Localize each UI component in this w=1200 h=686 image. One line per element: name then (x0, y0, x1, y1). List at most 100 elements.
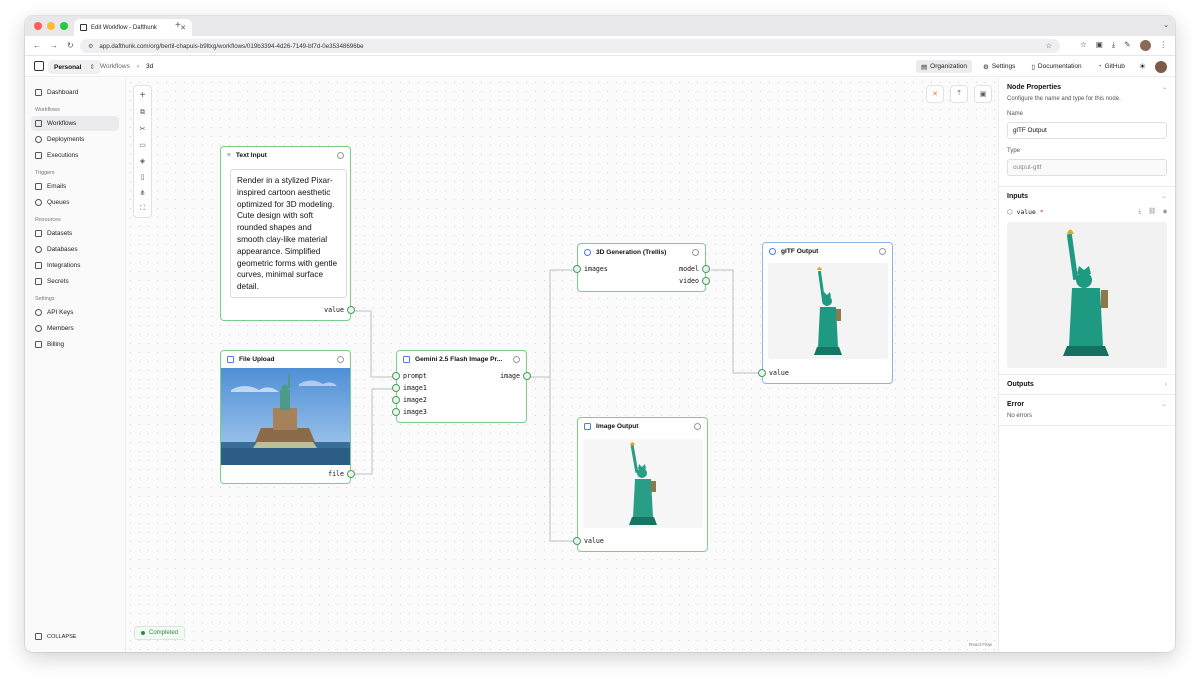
node-gemini-image[interactable]: Gemini 2.5 Flash Image Pr... prompt imag… (392, 350, 531, 423)
download-icon[interactable]: ⤓ (1138, 207, 1141, 216)
output-port-value[interactable]: value (324, 306, 355, 314)
text-input-field[interactable]: Render in a stylized Pixar-inspired cart… (230, 169, 347, 298)
close-icon[interactable]: ✕ (180, 24, 186, 32)
copy-icon[interactable]: ⧉ (140, 109, 145, 117)
eye-icon[interactable]: ◉ (1163, 207, 1167, 216)
outputs-section[interactable]: Outputs › (999, 375, 1175, 395)
model-type-icon[interactable] (702, 265, 710, 273)
text-type-icon[interactable] (392, 372, 400, 380)
documentation-button[interactable]: ▯ Documentation (1026, 60, 1086, 73)
org-switcher[interactable]: Personal ⇕ (48, 60, 101, 74)
chevron-down-icon[interactable]: ⌄ (1162, 193, 1167, 200)
input-port-image2[interactable]: image2 (392, 396, 427, 404)
image-preview[interactable] (583, 439, 703, 528)
extension-icon[interactable]: ✎ (1124, 40, 1130, 51)
workflow-canvas[interactable]: + ⧉ ✂ ▭ ◈ ▯ ⋔ ⛶ ✕ ⤒ ▣ ≡ Text Input Rende… (126, 78, 998, 652)
theme-toggle-icon[interactable]: ☀ (1139, 62, 1146, 71)
deploy-button[interactable]: ⤒ (950, 85, 968, 103)
site-settings-icon[interactable]: ⚙ (88, 43, 93, 50)
input-port-prompt[interactable]: prompt (392, 372, 427, 380)
image-type-icon[interactable] (392, 396, 400, 404)
close-window-button[interactable] (34, 22, 42, 30)
sidebar-item-emails[interactable]: Emails (31, 179, 119, 194)
section-header[interactable]: Node Properties ⌄ (1007, 84, 1167, 91)
image-type-icon[interactable] (523, 372, 531, 380)
sidebar-item-queues[interactable]: Queues (31, 195, 119, 210)
github-button[interactable]: ◔ GitHub (1093, 60, 1130, 73)
image-type-icon[interactable] (392, 384, 400, 392)
node-file-upload[interactable]: File Upload file (220, 350, 355, 484)
react-flow-attribution[interactable]: React Flow (967, 641, 994, 648)
star-icon[interactable]: ☆ (1046, 42, 1052, 50)
video-type-icon[interactable] (702, 277, 710, 285)
more-button[interactable]: ▣ (974, 85, 992, 103)
info-icon[interactable] (337, 355, 344, 363)
info-icon[interactable] (694, 422, 701, 430)
chevron-right-icon[interactable]: › (1165, 382, 1167, 388)
add-node-icon[interactable]: + (140, 90, 146, 101)
input-port-images[interactable]: images (573, 265, 608, 273)
input-port-image3[interactable]: image3 (392, 408, 427, 416)
address-bar[interactable]: ⚙ app.dafthunk.com/org/bertil-chapuis-b9… (80, 39, 1060, 53)
back-arrow-icon[interactable]: ← (33, 41, 41, 50)
name-field[interactable]: glTF Output (1007, 122, 1167, 139)
menu-icon[interactable]: ⋮ (1160, 40, 1168, 51)
organization-button[interactable]: ▤ Organization (916, 60, 973, 73)
info-icon[interactable] (879, 247, 886, 255)
download-icon[interactable]: ⤓ (1112, 40, 1115, 51)
output-port-video[interactable]: video (679, 277, 710, 285)
clear-button[interactable]: ✕ (926, 85, 944, 103)
sidebar-item-api-keys[interactable]: API Keys (31, 305, 119, 320)
settings-button[interactable]: ⚙ Settings (978, 60, 1020, 73)
sidebar-icon[interactable]: ▣ (1096, 40, 1103, 51)
chevron-down-icon[interactable]: ⌄ (1162, 401, 1167, 408)
paste-icon[interactable]: ▭ (139, 141, 146, 149)
input-port-image1[interactable]: image1 (392, 384, 427, 392)
layout-icon[interactable]: ⋔ (140, 189, 146, 197)
image-type-icon[interactable] (573, 537, 581, 545)
file-type-icon[interactable] (347, 470, 355, 478)
input-port-value[interactable]: value (573, 537, 604, 545)
output-port-file[interactable]: file (328, 470, 355, 478)
sidebar-item-dashboard[interactable]: Dashboard (31, 85, 119, 100)
sidebar-item-databases[interactable]: Databases (31, 242, 119, 257)
link-icon[interactable]: ⛓ (1148, 207, 1156, 216)
section-header[interactable]: Error ⌄ (1007, 401, 1167, 408)
info-icon[interactable] (337, 151, 344, 159)
new-tab-button[interactable]: + (175, 20, 181, 31)
image-type-icon[interactable] (392, 408, 400, 416)
image-type-icon[interactable] (573, 265, 581, 273)
node-gltf-output[interactable]: glTF Output value (758, 242, 893, 384)
sidebar-item-deployments[interactable]: Deployments (31, 132, 119, 147)
node-3d-generation[interactable]: 3D Generation (Trellis) images model vid… (573, 243, 710, 292)
node-image-output[interactable]: Image Output value (573, 417, 708, 552)
section-header[interactable]: Outputs › (1007, 381, 1167, 388)
zoom-window-button[interactable] (60, 22, 68, 30)
layers-icon[interactable]: ◈ (140, 157, 145, 165)
section-header[interactable]: Inputs ⌄ (1007, 193, 1167, 200)
output-port-image[interactable]: image (500, 372, 531, 380)
input-port-value[interactable]: value (758, 369, 789, 377)
fit-view-icon[interactable]: ⛶ (140, 205, 145, 213)
cut-icon[interactable]: ✂ (140, 125, 146, 133)
chevron-down-icon[interactable]: ⌄ (1163, 21, 1169, 29)
sidebar-item-executions[interactable]: Executions (31, 148, 119, 163)
user-avatar[interactable] (1155, 60, 1167, 73)
breadcrumb-workflows[interactable]: Workflows (100, 63, 130, 70)
info-icon[interactable] (692, 248, 699, 256)
execution-status-badge[interactable]: Completed (134, 626, 186, 640)
profile-avatar[interactable] (1139, 40, 1151, 51)
sidebar-item-billing[interactable]: Billing (31, 337, 119, 352)
node-text-input[interactable]: ≡ Text Input Render in a stylized Pixar-… (220, 146, 355, 321)
sidebar-item-integrations[interactable]: Integrations (31, 258, 119, 273)
output-port-model[interactable]: model (679, 265, 710, 273)
dafthunk-logo-icon[interactable] (34, 61, 44, 71)
forward-arrow-icon[interactable]: → (50, 41, 58, 50)
info-icon[interactable] (513, 355, 520, 363)
sidebar-item-secrets[interactable]: Secrets (31, 274, 119, 289)
sidebar-item-workflows[interactable]: Workflows (31, 116, 119, 131)
sidebar-item-datasets[interactable]: Datasets (31, 226, 119, 241)
chevron-down-icon[interactable]: ⌄ (1162, 84, 1167, 91)
collapse-button[interactable]: COLLAPSE (35, 633, 77, 640)
input-preview[interactable] (1007, 222, 1167, 368)
